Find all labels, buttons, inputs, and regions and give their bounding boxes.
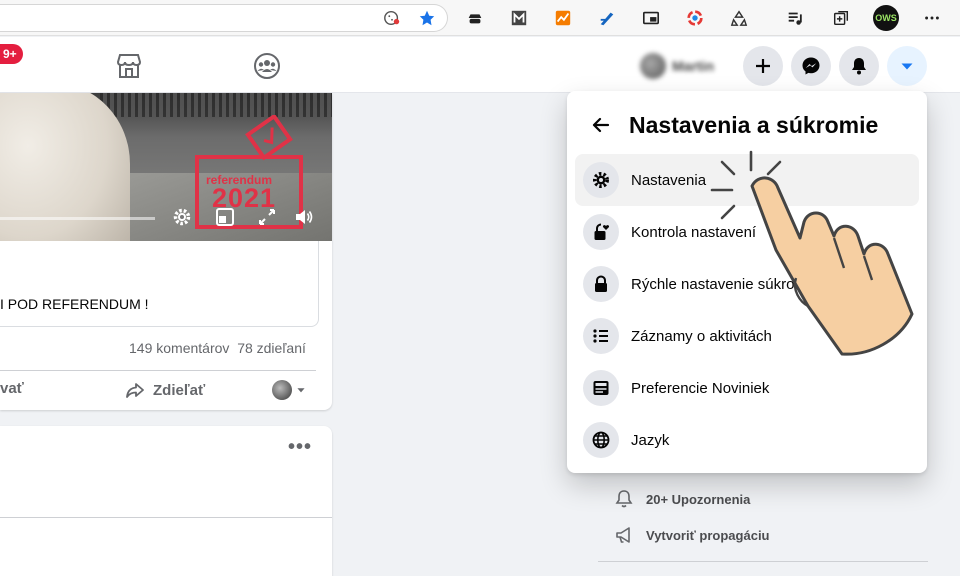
create-ad-link[interactable]: Vytvoriť propagáciu	[614, 525, 770, 545]
groups-icon[interactable]	[252, 51, 282, 81]
post-divider	[0, 517, 332, 518]
right-notifications-link[interactable]: 20+ Upozornenia	[614, 489, 750, 509]
share-button[interactable]: Zdieľať	[125, 380, 205, 400]
right-column-divider	[598, 561, 928, 562]
menu-item-privacy-shortcuts[interactable]: Rýchle nastavenie súkromia	[575, 258, 919, 310]
lock-icon	[583, 266, 619, 302]
globe-icon	[583, 422, 619, 458]
profile-chip[interactable]: Martin	[640, 49, 728, 83]
share-icon	[126, 383, 144, 398]
chart-extension-icon[interactable]	[552, 7, 574, 29]
video-background-crowd	[100, 93, 332, 117]
bell-icon	[852, 58, 866, 75]
profile-name: Martin	[672, 58, 714, 74]
news-feed-icon	[583, 370, 619, 406]
video-progress-bar[interactable]	[0, 217, 155, 220]
create-button[interactable]	[743, 46, 783, 86]
notification-badge: 9+	[0, 44, 23, 64]
caret-down-icon	[901, 63, 913, 70]
miniplayer-icon[interactable]	[215, 207, 235, 227]
cookie-icon[interactable]	[381, 7, 403, 29]
post-actions-divider	[0, 370, 316, 371]
comment-button[interactable]: vať	[0, 380, 24, 397]
menu-item-label: Kontrola nastavení	[631, 223, 757, 241]
account-menu-button[interactable]	[887, 46, 927, 86]
fullscreen-icon[interactable]	[257, 207, 277, 227]
menu-item-label: Preferencie Noviniek	[631, 379, 770, 397]
recycle-icon[interactable]	[728, 7, 750, 29]
menu-item-activity-log[interactable]: Záznamy o aktivitách	[575, 310, 919, 362]
messenger-button[interactable]	[791, 46, 831, 86]
notifications-button[interactable]	[839, 46, 879, 86]
menu-item-privacy-checkup[interactable]: Kontrola nastavení	[575, 206, 919, 258]
plus-icon	[756, 59, 770, 73]
right-notifications-label: 20+ Upozornenia	[646, 491, 751, 507]
shares-count[interactable]: 78 zdieľaní	[237, 340, 306, 356]
ows-extension-icon[interactable]: OWS	[873, 5, 899, 31]
picture-in-picture-icon[interactable]	[640, 7, 662, 29]
comment-button-label: vať	[0, 380, 24, 397]
post-card: referendum 2021 I POD REFERENDUM ! 149 k…	[0, 93, 332, 410]
facebook-header: 9+ Martin	[0, 37, 960, 93]
spy-extension-icon[interactable]	[464, 7, 486, 29]
menu-item-language[interactable]: Jazyk	[575, 414, 919, 466]
video-settings-gear-icon[interactable]	[172, 207, 192, 227]
menu-item-label: Nastavenia	[631, 171, 707, 189]
video-player[interactable]: referendum 2021	[0, 93, 332, 241]
bell-outline-icon	[615, 490, 633, 508]
back-arrow-icon[interactable]	[589, 113, 613, 137]
playlist-icon[interactable]	[784, 7, 806, 29]
post-text: I POD REFERENDUM !	[0, 296, 149, 312]
menu-item-settings[interactable]: Nastavenia	[575, 154, 919, 206]
marketplace-icon[interactable]	[114, 51, 144, 81]
collections-icon[interactable]	[830, 7, 852, 29]
pen-extension-icon[interactable]	[596, 7, 618, 29]
ows-extension-label: OWS	[875, 13, 897, 23]
browser-toolbar: OWS	[0, 0, 960, 36]
caret-down-icon	[297, 388, 305, 393]
menu-item-label: Rýchle nastavenie súkromia	[631, 275, 819, 293]
menu-item-label: Jazyk	[631, 431, 670, 449]
create-ad-label: Vytvoriť propagáciu	[646, 527, 770, 543]
list-icon	[583, 318, 619, 354]
shared-post-frame	[0, 241, 319, 327]
m-extension-icon[interactable]	[508, 7, 530, 29]
share-button-label: Zdieľať	[153, 381, 206, 399]
comments-count[interactable]: 149 komentárov	[129, 340, 229, 356]
avatar	[272, 380, 292, 400]
settings-privacy-menu: Nastavenia a súkromie Nastavenia Kontrol…	[567, 91, 927, 473]
menu-item-news-feed-preferences[interactable]: Preferencie Noviniek	[575, 362, 919, 414]
messenger-icon	[802, 57, 820, 75]
post-card: •••	[0, 426, 332, 576]
more-options-icon[interactable]: •••	[288, 437, 312, 457]
panel-title: Nastavenia a súkromie	[629, 112, 879, 138]
color-picker-icon[interactable]	[684, 7, 706, 29]
post-stats: 149 komentárov 78 zdieľaní	[129, 340, 306, 356]
gear-icon	[583, 162, 619, 198]
avatar	[640, 53, 666, 79]
volume-icon[interactable]	[294, 207, 314, 227]
audience-selector[interactable]	[272, 380, 307, 400]
lock-heart-icon	[583, 214, 619, 250]
menu-item-label: Záznamy o aktivitách	[631, 327, 772, 345]
megaphone-icon	[616, 527, 630, 543]
favorite-star-icon[interactable]	[416, 7, 438, 29]
more-menu-icon[interactable]	[921, 7, 943, 29]
